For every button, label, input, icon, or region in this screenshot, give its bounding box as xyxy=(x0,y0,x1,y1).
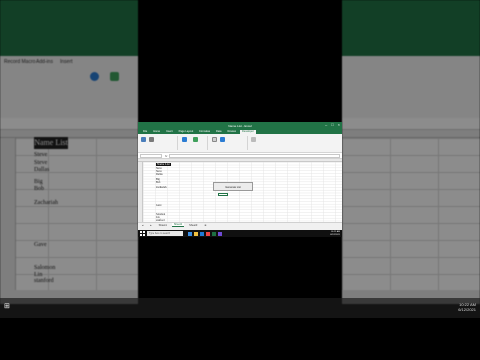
excel-addins-icon[interactable] xyxy=(193,137,198,142)
bg-cells xyxy=(342,138,480,290)
window-title: Name List - Excel xyxy=(228,123,252,128)
visual-basic-icon[interactable] xyxy=(141,137,146,142)
bg-ribbon-icon xyxy=(110,72,119,81)
fx-icon: fx xyxy=(165,153,168,158)
bg-ribbon-text: Record Macro xyxy=(4,59,36,65)
name-box[interactable] xyxy=(140,153,162,158)
form-button[interactable]: Generate List xyxy=(213,182,253,191)
bg-name: Zachariah xyxy=(34,200,58,206)
bg-ribbon-text: Add-ins xyxy=(36,59,53,65)
bg-ribbon-text: Insert xyxy=(60,59,73,65)
spreadsheet-grid: Name List Steve Steve Dallas Big Bob Zac… xyxy=(138,159,342,222)
bg-name: Bob xyxy=(34,186,45,192)
bg-titlebar xyxy=(0,0,138,56)
window-controls: – □ × xyxy=(325,123,340,127)
mail-icon[interactable] xyxy=(200,231,204,236)
macros-icon[interactable] xyxy=(149,137,154,142)
taskbar-search[interactable]: Type here to search xyxy=(147,231,183,236)
bg-name: Big xyxy=(34,179,43,185)
tray-clock[interactable]: 10:22 AM 6/12/2021 xyxy=(330,231,340,236)
start-icon[interactable] xyxy=(140,231,145,236)
bg-name: Salomon xyxy=(34,265,56,271)
file-explorer-icon[interactable] xyxy=(194,231,198,236)
bg-titlebar xyxy=(342,0,480,56)
bg-ribbon: Record Macro Add-ins Insert xyxy=(0,56,138,118)
bg-ribbon xyxy=(342,56,480,118)
background-zoom-left: Record Macro Add-ins Insert Name List St… xyxy=(0,0,138,318)
excel-icon[interactable] xyxy=(212,231,216,236)
close-icon[interactable]: × xyxy=(338,123,340,127)
edge-icon[interactable] xyxy=(188,231,192,236)
bg-ribbon-icon xyxy=(90,72,99,81)
cell-area[interactable]: Name List Steve Steve Dallas Big Bob Zac… xyxy=(143,162,342,222)
bg-name: Dallas xyxy=(34,167,50,173)
bg-windows-icon: ⊞ xyxy=(4,303,10,310)
taskbar-apps xyxy=(188,231,222,236)
bg-row-headers xyxy=(0,138,16,290)
addins-icon[interactable] xyxy=(182,137,187,142)
formula-input[interactable] xyxy=(169,153,340,158)
minimize-icon[interactable]: – xyxy=(325,123,327,127)
bg-formula-bar xyxy=(0,118,138,130)
bg-column-headers xyxy=(0,130,138,138)
list-item[interactable]: Bob xyxy=(156,181,160,184)
bg-name: Gave xyxy=(34,242,47,248)
design-mode-icon[interactable] xyxy=(220,137,225,142)
insert-control-icon[interactable] xyxy=(212,137,217,142)
bg-name: stanford xyxy=(34,278,54,284)
background-zoom-right xyxy=(342,0,480,318)
bg-name-list-title: Name List xyxy=(34,137,68,149)
ribbon-panel xyxy=(138,134,342,153)
video-frame: Record Macro Add-ins Insert Name List St… xyxy=(0,0,480,360)
store-icon[interactable] xyxy=(206,231,210,236)
bg-taskbar xyxy=(0,298,480,318)
source-icon[interactable] xyxy=(251,137,256,142)
bg-name: Steve xyxy=(34,160,48,166)
bg-column-headers xyxy=(342,130,480,138)
app-icon[interactable] xyxy=(218,231,222,236)
bg-formula-bar xyxy=(342,118,480,130)
bg-cells xyxy=(0,138,138,290)
title-bar: Name List - Excel – □ × xyxy=(138,122,342,129)
windows-taskbar: Type here to search 10:22 AM 6/12/2021 xyxy=(138,230,342,237)
list-item[interactable]: Gave xyxy=(156,204,161,207)
list-item[interactable]: Zachariah xyxy=(156,186,166,189)
selected-cell[interactable] xyxy=(218,193,228,196)
bg-name: Steve xyxy=(34,152,48,158)
excel-window: Name List - Excel – □ × File Home Insert… xyxy=(138,122,342,230)
list-item[interactable]: Dallas xyxy=(156,173,163,176)
name-list-title[interactable]: Name List xyxy=(156,163,171,166)
maximize-icon[interactable]: □ xyxy=(331,123,333,127)
bg-tray-clock: 10:22 AM 6/12/2021 xyxy=(458,302,476,312)
